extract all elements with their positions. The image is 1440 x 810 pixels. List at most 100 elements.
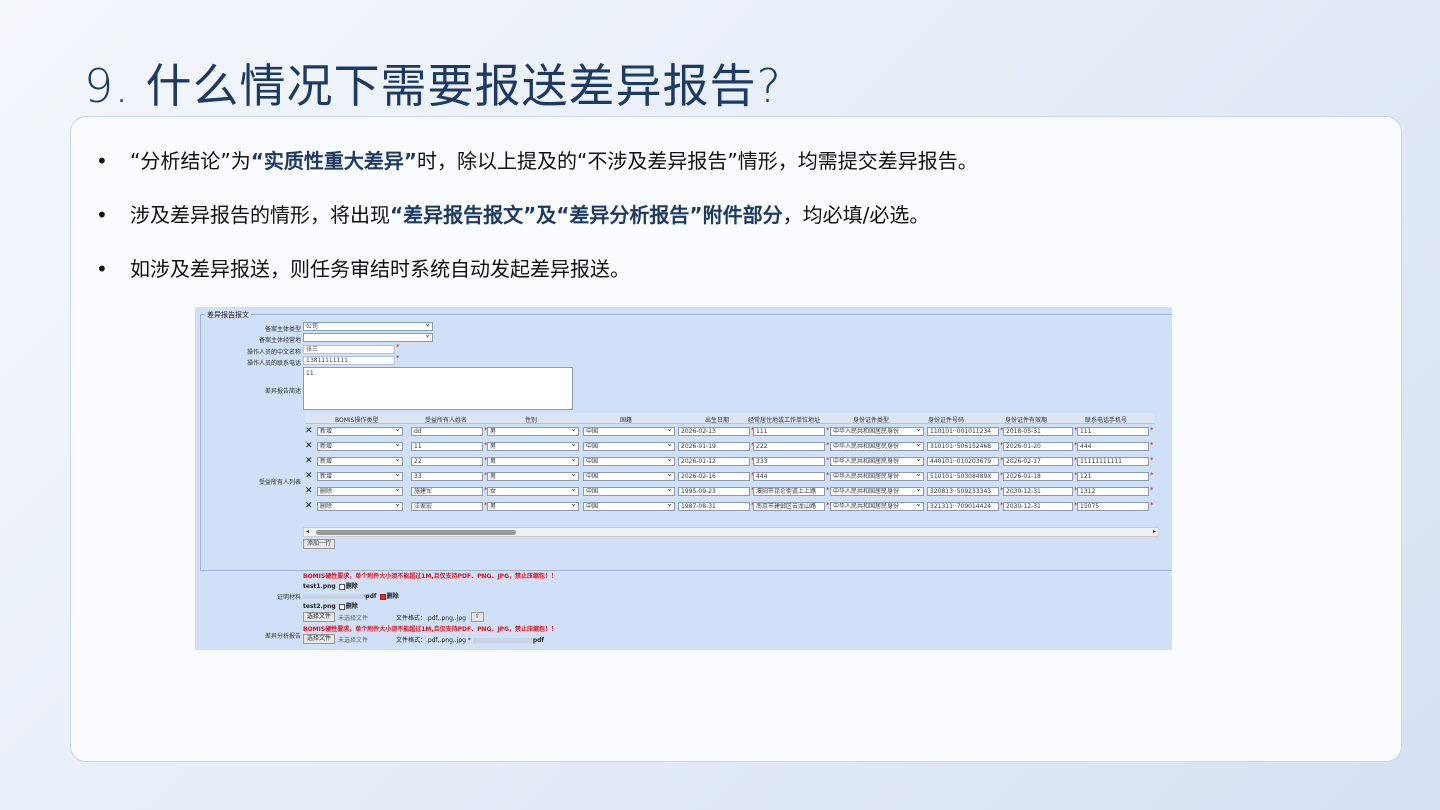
required-mark: * <box>396 343 400 351</box>
subject-type-label: 备案主体类型 <box>264 326 301 333</box>
cell-sex[interactable]: 男 <box>487 427 579 436</box>
operator-phone-label: 操作人员的联系电话 <box>246 360 301 367</box>
cell-phone[interactable]: 444 <box>1077 442 1149 451</box>
cell-expire[interactable]: 2026-01-20 <box>1003 442 1073 451</box>
scroll-thumb[interactable] <box>316 530 516 535</box>
cell-sex[interactable]: 男 <box>487 472 579 481</box>
add-row-button[interactable]: 添加一行 <box>303 539 336 549</box>
cell-nation[interactable]: 中国 <box>583 472 675 481</box>
cell-phone[interactable]: 121 <box>1077 472 1149 481</box>
cell-name[interactable]: dd <box>411 427 483 436</box>
cell-birth[interactable]: 2026-01-19 <box>678 442 750 451</box>
cell-expire[interactable]: 2026-01-18 <box>1003 472 1073 481</box>
cell-nation[interactable]: 中国 <box>583 457 675 466</box>
delete-checkbox[interactable] <box>338 583 345 590</box>
delete-label: 删除 <box>386 593 399 600</box>
required-mark: * <box>1150 441 1154 449</box>
cell-idtype[interactable]: 中华人民共和国居民身份 <box>830 442 924 451</box>
cell-birth[interactable]: 2026-02-13 <box>678 427 750 436</box>
operator-name-input[interactable]: 张三 <box>303 345 395 354</box>
subject-type-select[interactable]: 公司 <box>303 320 433 331</box>
cell-expire[interactable]: 2030-12-31 <box>1003 502 1073 511</box>
upload-icon[interactable]: ⇧ <box>471 612 485 622</box>
cell-idno[interactable]: 310101··506152468 <box>927 442 999 451</box>
cell-op[interactable]: 新增 <box>317 442 403 451</box>
cell-nation[interactable]: 中国 <box>583 487 675 496</box>
cell-phone[interactable]: 1312 <box>1077 487 1149 496</box>
cell-nation[interactable]: 中国 <box>583 427 675 436</box>
delete-checkbox-checked[interactable] <box>379 593 386 600</box>
subject-place-select[interactable] <box>303 331 433 342</box>
file-name: pdf <box>532 637 545 644</box>
cell-name[interactable]: 33 <box>411 472 483 481</box>
horizontal-scrollbar[interactable]: ◂ ▸ <box>303 527 1159 537</box>
cell-birth[interactable]: 1987-08-31 <box>678 502 750 511</box>
cell-op[interactable]: 新增 <box>317 427 403 436</box>
scroll-right-icon[interactable]: ▸ <box>1153 528 1156 535</box>
cell-op[interactable]: 删除 <box>317 502 403 511</box>
cell-idno[interactable]: 320813··509233343 <box>927 487 999 496</box>
subject-place-label: 备案主体经营地 <box>258 337 301 344</box>
bullet-text: 涉及差异报告的情形，将出现 <box>130 203 390 227</box>
cell-phone[interactable]: 111 <box>1077 427 1149 436</box>
cell-addr[interactable]: 濮阳市昆仑街道上上路 <box>753 487 825 496</box>
cell-idno[interactable]: 321311··709014424 <box>927 502 999 511</box>
delete-row-icon[interactable]: ✕ <box>305 471 313 481</box>
cell-addr[interactable]: 444 <box>753 472 825 481</box>
cell-phone[interactable]: 11111111111 <box>1077 457 1149 466</box>
table-header: BOMIS操作类型 受益所有人姓名 性别 国籍 出生日期 经常居住地或工作单位地… <box>305 413 1155 424</box>
cell-idno[interactable]: 440101··010203679 <box>927 457 999 466</box>
cell-name[interactable]: 施建军 <box>411 487 483 496</box>
cell-name[interactable]: 11 <box>411 442 483 451</box>
scroll-left-icon[interactable]: ◂ <box>306 528 309 535</box>
cell-addr[interactable]: 333 <box>753 457 825 466</box>
delete-row-icon[interactable]: ✕ <box>305 501 313 511</box>
cell-op[interactable]: 删除 <box>317 487 403 496</box>
cell-birth[interactable]: 2026-01-12 <box>678 457 750 466</box>
choose-file-button[interactable]: 选择文件 <box>303 634 336 644</box>
cell-sex[interactable]: 男 <box>487 442 579 451</box>
cell-sex[interactable]: 女 <box>487 487 579 496</box>
blurred-filename <box>472 638 533 643</box>
cell-idno[interactable]: 110101··001011234 <box>927 427 999 436</box>
cell-idtype[interactable]: 中华人民共和国居民身份 <box>830 487 924 496</box>
delete-checkbox[interactable] <box>338 603 345 610</box>
bullet-dot: • <box>96 203 108 227</box>
cell-birth[interactable]: 1995-09-23 <box>678 487 750 496</box>
cell-expire[interactable]: 2018-05-31 <box>1003 427 1073 436</box>
cell-idtype[interactable]: 中华人民共和国居民身份 <box>830 427 924 436</box>
cell-expire[interactable]: 2030-12-31 <box>1003 487 1073 496</box>
cell-phone[interactable]: 15075 <box>1077 502 1149 511</box>
cell-addr[interactable]: 南京市建邺区云龙山路 <box>753 502 825 511</box>
table-row: ✕新增11*男中国2026-01-19*222*中华人民共和国居民身份31010… <box>303 441 1159 453</box>
bullet-text: ，均必填/必选。 <box>782 203 930 227</box>
cell-name[interactable]: 22 <box>411 457 483 466</box>
cell-sex[interactable]: 男 <box>487 502 579 511</box>
cell-idtype[interactable]: 中华人民共和国居民身份 <box>830 502 924 511</box>
delete-row-icon[interactable]: ✕ <box>305 441 313 451</box>
delete-row-icon[interactable]: ✕ <box>305 486 313 496</box>
cell-name[interactable]: 汪家宏 <box>411 502 483 511</box>
cell-nation[interactable]: 中国 <box>583 502 675 511</box>
operator-phone-input[interactable]: 13811111111 <box>303 356 395 365</box>
col-header: 出生日期 <box>705 417 730 424</box>
cell-idtype[interactable]: 中华人民共和国居民身份 <box>830 472 924 481</box>
format-hint-line: 文件格式：.pdf,.png,.jpg * pdf <box>396 635 544 644</box>
delete-row-icon[interactable]: ✕ <box>305 426 313 436</box>
cell-op[interactable]: 新增 <box>317 457 403 466</box>
desc-textarea[interactable]: 11 <box>303 367 573 410</box>
choose-file-button[interactable]: 选择文件 <box>303 612 336 622</box>
format-hint: 文件格式：.pdf,.png,.jpg * <box>396 637 471 644</box>
cell-addr[interactable]: 111 <box>753 427 825 436</box>
cell-idtype[interactable]: 中华人民共和国居民身份 <box>830 457 924 466</box>
required-mark: * <box>1150 471 1154 479</box>
cell-op[interactable]: 新增 <box>317 472 403 481</box>
cell-nation[interactable]: 中国 <box>583 442 675 451</box>
cell-idno[interactable]: 510101··50308489X <box>927 472 999 481</box>
cell-sex[interactable]: 男 <box>487 457 579 466</box>
bullet-dot: • <box>96 257 108 281</box>
delete-row-icon[interactable]: ✕ <box>305 456 313 466</box>
cell-birth[interactable]: 2026-02-16 <box>678 472 750 481</box>
cell-addr[interactable]: 222 <box>753 442 825 451</box>
cell-expire[interactable]: 2026-02-17 <box>1003 457 1073 466</box>
